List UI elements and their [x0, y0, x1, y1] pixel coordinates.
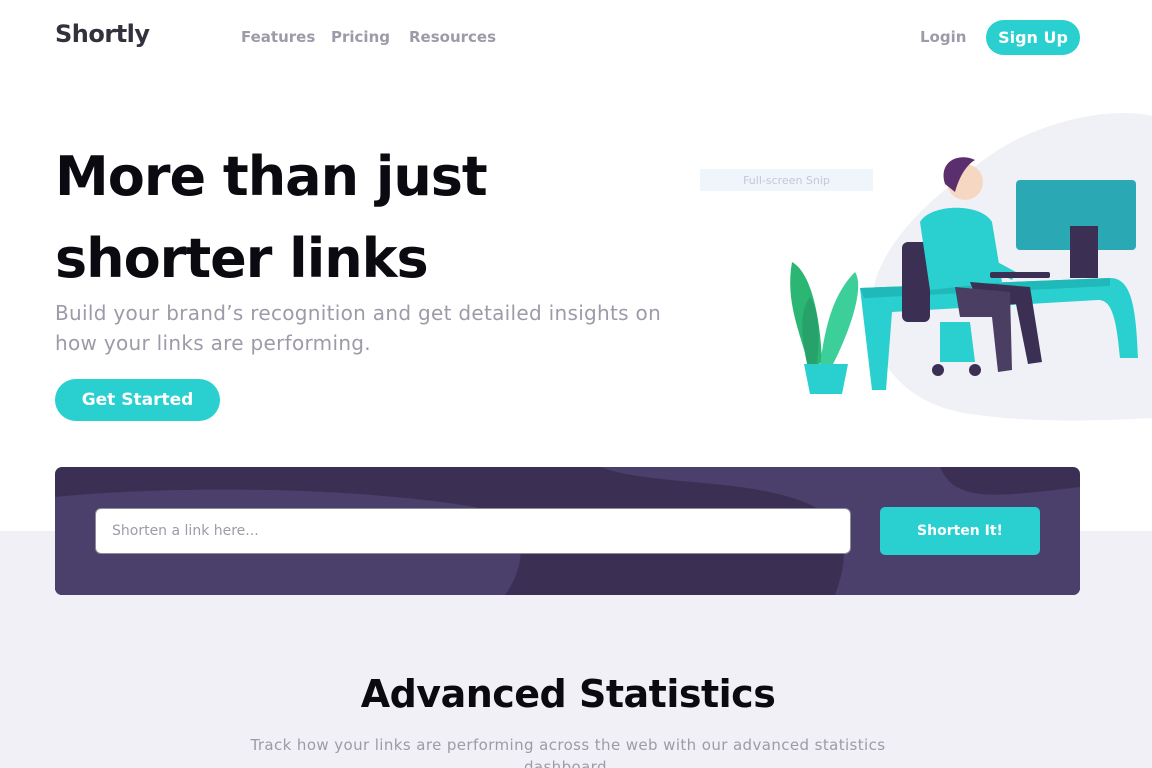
section-title: Advanced Statistics: [360, 672, 776, 716]
hero-title: More than just shorter links: [55, 145, 488, 290]
get-started-button[interactable]: Get Started: [55, 379, 220, 421]
nav-features-link[interactable]: Features: [241, 28, 315, 46]
shorten-it-button[interactable]: Shorten It!: [880, 507, 1040, 555]
signup-button[interactable]: Sign Up: [986, 20, 1080, 55]
person-working-illustration: [780, 112, 1152, 424]
site-header: Shortly Features Pricing Resources Login…: [0, 0, 1152, 75]
nav-resources-link[interactable]: Resources: [409, 28, 496, 46]
nav-pricing-link[interactable]: Pricing: [331, 28, 390, 46]
hero-subtitle: Build your brand’s recognition and get d…: [55, 301, 662, 355]
shorten-link-input[interactable]: Shorten a link here...: [95, 508, 851, 554]
login-link[interactable]: Login: [920, 28, 966, 46]
shorten-panel: Shorten a link here... Shorten It!: [55, 467, 1080, 595]
section-subtitle: Track how your links are performing acro…: [250, 736, 886, 768]
logo[interactable]: Shortly: [55, 20, 150, 48]
